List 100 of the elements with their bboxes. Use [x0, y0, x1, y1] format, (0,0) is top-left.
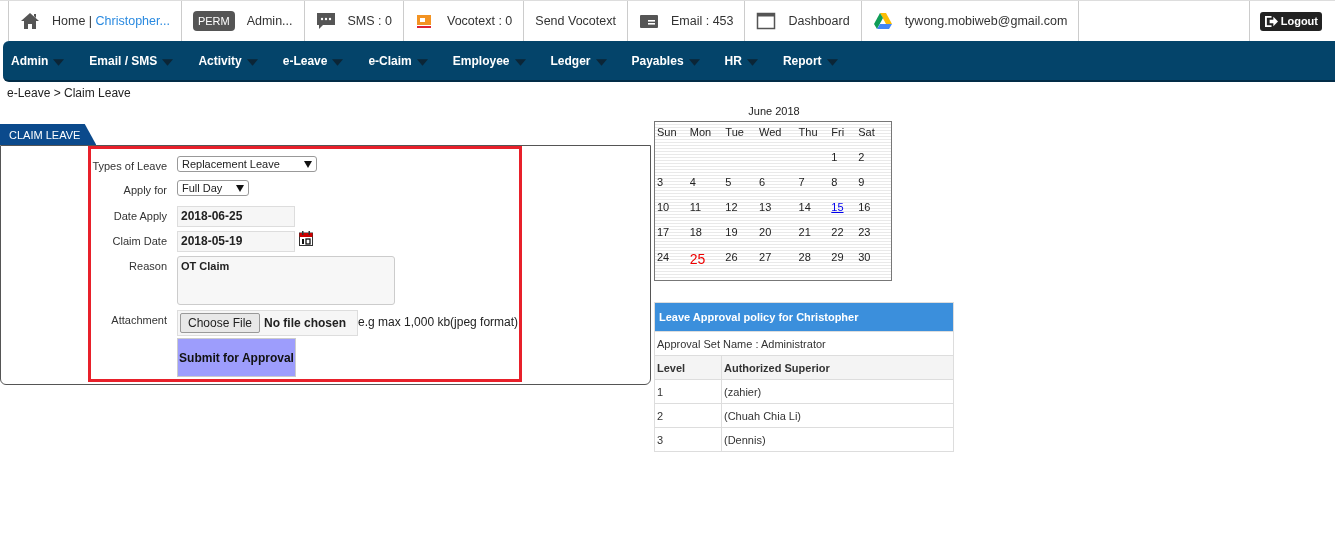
- file-input[interactable]: Choose File No file chosen: [177, 310, 358, 336]
- reason-textarea[interactable]: OT Claim: [177, 256, 395, 305]
- caret-icon: [688, 58, 700, 66]
- file-hint: e.g max 1,000 kb(jpeg format): [358, 314, 519, 329]
- caret-icon: [514, 58, 526, 66]
- calendar-day[interactable]: 26: [725, 251, 760, 263]
- calendar-day[interactable]: 27: [759, 251, 799, 263]
- column-header: Authorized Superior: [721, 355, 954, 380]
- policy-title: Leave Approval policy for Christopher: [654, 302, 954, 332]
- apply-for-dropdown[interactable]: Full Day: [177, 180, 250, 196]
- table-cell: 2: [654, 403, 722, 428]
- topbar-link[interactable]: Send Vocotext: [535, 14, 616, 28]
- topbar-link[interactable]: Dashboard: [788, 14, 850, 28]
- nav-menu-item[interactable]: Activity: [190, 53, 275, 68]
- caret-icon: [303, 160, 312, 168]
- calendar-day[interactable]: 22: [831, 226, 859, 238]
- calendar-day[interactable]: 1: [831, 151, 859, 163]
- calendar-day[interactable]: 16: [858, 201, 891, 213]
- calendar-day[interactable]: 12: [725, 201, 760, 213]
- home-icon: [20, 12, 40, 30]
- home-link[interactable]: Home | Christopher...: [52, 14, 170, 28]
- caret-icon: [236, 184, 245, 192]
- weekday-label: Fri: [831, 126, 846, 138]
- nav-menu-item[interactable]: Employee: [444, 53, 543, 68]
- calendar-day[interactable]: 21: [798, 226, 832, 238]
- field-label: Types of Leave: [91, 159, 167, 172]
- topbar-link[interactable]: Admin...: [246, 14, 293, 28]
- calendar-day[interactable]: 10: [657, 201, 690, 213]
- chat-icon: [315, 12, 336, 30]
- caret-icon: [595, 58, 607, 66]
- calendar-day[interactable]: 8: [831, 176, 859, 188]
- calendar-day[interactable]: 30: [858, 251, 891, 263]
- topbar-link[interactable]: SMS : 0: [347, 14, 392, 28]
- calendar-day[interactable]: 20: [759, 226, 799, 238]
- calendar-day[interactable]: 13: [759, 201, 799, 213]
- field-label: Apply for: [122, 183, 167, 196]
- calendar-day[interactable]: 17: [657, 226, 690, 238]
- submit-button[interactable]: Submit for Approval: [177, 338, 296, 377]
- weekday-label: Wed: [759, 126, 783, 138]
- calendar-day[interactable]: 19: [725, 226, 760, 238]
- today-day[interactable]: 25: [689, 251, 706, 267]
- nav-menu-item[interactable]: HR: [716, 53, 775, 68]
- calendar-day[interactable]: 14: [798, 201, 832, 213]
- nav-menu-item[interactable]: Email / SMS: [81, 53, 191, 68]
- weekday-label: Mon: [689, 126, 713, 138]
- logout-button[interactable]: Logout: [1259, 11, 1322, 31]
- calendar-day[interactable]: 3: [657, 176, 690, 188]
- date-apply-field[interactable]: 2018-06-25: [177, 206, 295, 227]
- calendar-icon[interactable]: [299, 231, 313, 246]
- topbar-link[interactable]: tywong.mobiweb@gmail.com: [904, 14, 1068, 28]
- table-cell: (Chuah Chia Li): [721, 403, 954, 428]
- nav-menu-item[interactable]: Ledger: [542, 53, 624, 68]
- weekday-label: Sat: [858, 126, 876, 138]
- table-cell: 1: [654, 379, 722, 404]
- table-cell: 3: [654, 427, 722, 452]
- claim-date-field[interactable]: 2018-05-19: [177, 231, 295, 252]
- field-label: Reason: [128, 259, 167, 272]
- table-cell: (Dennis): [721, 427, 954, 452]
- calendar-day[interactable]: 2: [858, 151, 891, 163]
- calendar-day[interactable]: 29: [831, 251, 859, 263]
- column-header: Level: [654, 355, 722, 380]
- calendar-day[interactable]: 9: [858, 176, 891, 188]
- weekday-label: Tue: [725, 126, 745, 138]
- logout-icon: [1263, 14, 1279, 28]
- calendar-day[interactable]: 18: [689, 226, 726, 238]
- window-icon: [756, 12, 777, 30]
- caret-icon: [746, 58, 758, 66]
- perm-badge: PERM: [192, 11, 235, 31]
- table-cell: (zahier): [721, 379, 954, 404]
- caret-icon: [246, 58, 258, 66]
- weekday-label: Sun: [657, 126, 678, 138]
- field-label: Date Apply: [112, 209, 167, 222]
- calendar-day[interactable]: 4: [689, 176, 726, 188]
- caret-icon: [826, 58, 838, 66]
- caret-icon: [53, 58, 65, 66]
- leave-type-dropdown[interactable]: Replacement Leave: [177, 156, 317, 172]
- drive-icon: [872, 12, 893, 30]
- nav-menu-item[interactable]: e-Leave: [274, 53, 361, 68]
- field-label: Attachment: [110, 313, 167, 326]
- caret-icon: [416, 58, 428, 66]
- calendar-day[interactable]: 23: [858, 226, 891, 238]
- topbar-link[interactable]: Email : 453: [670, 14, 734, 28]
- topbar-link[interactable]: Vocotext : 0: [447, 14, 513, 28]
- calendar-title: June 2018: [747, 104, 801, 119]
- breadcrumb: e-Leave > Claim Leave: [6, 85, 132, 100]
- calendar-day[interactable]: 7: [798, 176, 832, 188]
- calendar-day-link[interactable]: 15: [831, 201, 844, 213]
- field-label: Claim Date: [111, 234, 167, 247]
- nav-menu-item[interactable]: Report: [774, 53, 855, 68]
- nav-menu-item[interactable]: e-Claim: [360, 53, 445, 68]
- caret-icon: [332, 58, 344, 66]
- table-cell: Approval Set Name : Administrator: [654, 331, 954, 356]
- calendar-day[interactable]: 6: [759, 176, 799, 188]
- nav-menu-item[interactable]: Admin: [3, 53, 82, 68]
- mail-icon: [638, 12, 659, 30]
- calendar-day[interactable]: 5: [725, 176, 760, 188]
- calendar-day[interactable]: 28: [798, 251, 832, 263]
- nav-menu-item[interactable]: Payables: [623, 53, 717, 68]
- calendar-day[interactable]: 11: [689, 201, 726, 213]
- calendar-day[interactable]: 24: [657, 251, 690, 263]
